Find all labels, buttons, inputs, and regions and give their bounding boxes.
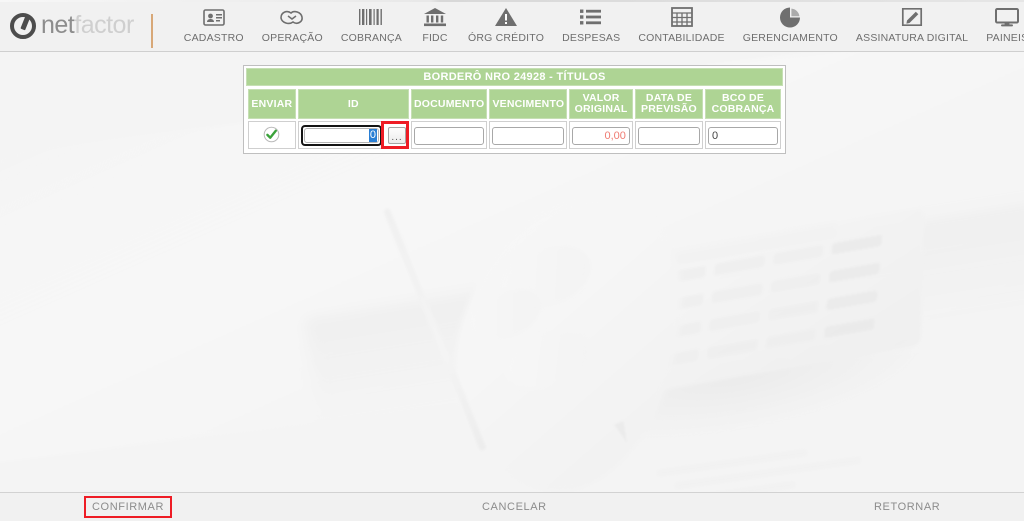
cancelar-button[interactable]: CANCELAR [476,498,553,516]
nav-label-cobranca: COBRANÇA [340,32,402,44]
col-header-data-previsao: DATA DE PREVISÃO [634,89,704,120]
footer-bar: CONFIRMAR CANCELAR RETORNAR [0,492,1024,521]
nav-item-org-credito[interactable]: ÓRG CRÉDITO [459,0,553,50]
nav-item-cadastro[interactable]: CADASTRO [175,0,253,50]
cell-valor-original[interactable] [569,121,633,150]
id-lookup-button[interactable]: ... [387,126,406,144]
titulos-panel: BORDERÔ NRO 24928 - TÍTULOS ENVIAR ID DO… [243,65,786,155]
valor-original-input[interactable] [572,126,630,145]
id-input-value: 0 [368,128,377,142]
id-card-icon [202,5,225,29]
main-menu: CADASTRO OPERAÇÃO COBRANÇA FIDC ÓRG CRÉD… [163,0,1024,52]
id-lookup-button-label: ... [391,131,403,143]
nav-label-assinatura-digital: ASSINATURA DIGITAL [855,32,969,44]
nav-label-org-credito: ÓRG CRÉDITO [467,32,545,44]
data-previsao-input[interactable] [637,126,701,145]
vencimento-input[interactable] [492,126,565,145]
nav-label-fidc: FIDC [422,32,448,44]
warning-triangle-icon [494,5,518,29]
nav-label-cadastro: CADASTRO [183,32,244,44]
titulos-table: ENVIAR ID DOCUMENTO VENCIMENTO VALOR ORI… [246,87,783,151]
brand-wordmark: netfactor [41,10,134,39]
nav-label-operacao: OPERAÇÃO [261,32,323,44]
brand-secondary-text: factor [74,10,134,39]
nav-label-paineis: PAINEIS [986,32,1024,44]
col-header-id: ID [297,89,409,120]
confirmar-button[interactable]: CONFIRMAR [84,496,173,518]
nav-label-contabilidade: CONTABILIDADE [638,32,725,44]
id-input[interactable]: 0 [300,124,382,146]
brand-divider [150,13,153,48]
cell-documento[interactable] [410,121,488,150]
monitor-icon [995,5,1020,29]
cell-enviar[interactable] [248,121,296,150]
nav-item-contabilidade[interactable]: CONTABILIDADE [629,0,733,50]
documento-input[interactable] [413,126,485,145]
nav-label-gerenciamento: GERENCIAMENTO [742,32,838,44]
pencil-square-icon [901,5,923,29]
retornar-button[interactable]: RETORNAR [868,498,946,516]
cell-vencimento[interactable] [489,121,568,150]
barcode-icon [358,5,384,29]
id-picker-group: 0 ... [300,121,409,150]
netfactor-logo-icon [10,13,36,39]
bank-icon [423,5,447,29]
nav-label-despesas: DESPESAS [562,32,621,44]
table-header-row: ENVIAR ID DOCUMENTO VENCIMENTO VALOR ORI… [248,89,781,120]
list-icon [579,5,603,29]
cell-id[interactable]: 0 ... [297,121,409,150]
application-window: netfactor CADASTRO OPERAÇÃO COBRANÇA FID… [0,0,1024,521]
brand-logo[interactable]: netfactor [0,0,163,52]
nav-item-cobranca[interactable]: COBRANÇA [332,0,411,50]
col-header-vencimento: VENCIMENTO [489,89,568,120]
nav-item-assinatura-digital[interactable]: ASSINATURA DIGITAL [847,0,977,50]
col-header-valor-original: VALOR ORIGINAL [569,89,633,120]
top-navigation-bar: netfactor CADASTRO OPERAÇÃO COBRANÇA FID… [0,0,1024,52]
calculator-grid-icon [670,5,693,29]
cell-data-previsao[interactable] [634,121,704,150]
table-header: ENVIAR ID DOCUMENTO VENCIMENTO VALOR ORI… [248,89,781,120]
pie-chart-icon [779,5,801,29]
table-body: 0 ... [248,121,781,150]
cell-bco-cobranca[interactable] [705,121,781,150]
bco-cobranca-input[interactable] [708,126,778,145]
nav-item-paineis[interactable]: PAINEIS [977,0,1024,50]
panel-title: BORDERÔ NRO 24928 - TÍTULOS [246,68,783,86]
nav-item-despesas[interactable]: DESPESAS [553,0,629,50]
check-circle-icon[interactable] [263,126,280,143]
col-header-bco-cobranca: BCO DE COBRANÇA [705,89,781,120]
nav-item-fidc[interactable]: FIDC [411,0,459,50]
nav-item-gerenciamento[interactable]: GERENCIAMENTO [734,0,847,50]
col-header-enviar: ENVIAR [248,89,296,120]
table-row: 0 ... [248,121,781,150]
handshake-icon [279,5,305,29]
nav-item-operacao[interactable]: OPERAÇÃO [253,0,332,50]
brand-primary-text: net [41,10,75,39]
col-header-documento: DOCUMENTO [410,89,488,120]
